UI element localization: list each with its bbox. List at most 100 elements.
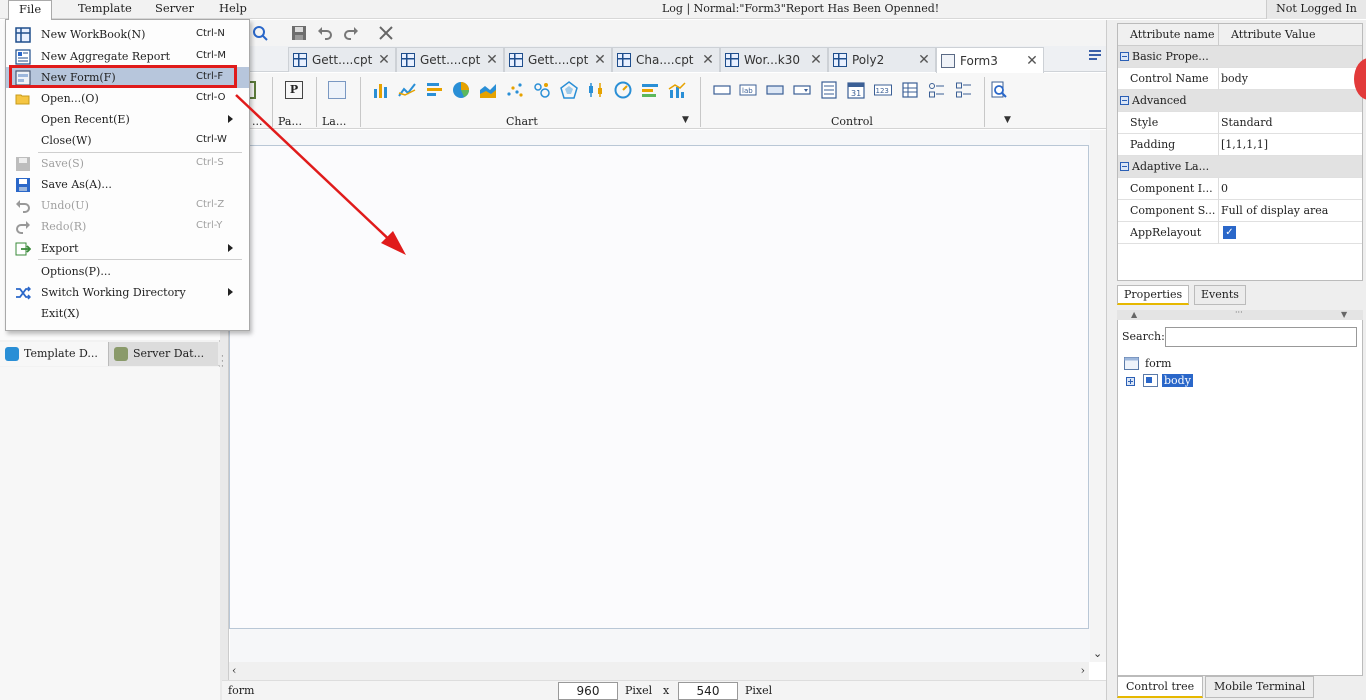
menu-item-redo[interactable]: Redo(R) Ctrl-Y <box>6 216 249 237</box>
area-chart-icon[interactable] <box>479 81 497 99</box>
group-adaptive-layout[interactable]: Adaptive La... <box>1118 156 1362 178</box>
menu-item-new-form[interactable]: New Form(F) Ctrl-F <box>6 67 249 88</box>
text-field-widget-icon[interactable] <box>766 81 784 99</box>
menu-server[interactable]: Server <box>145 0 204 19</box>
control-group-expand-icon[interactable]: ▼ <box>1004 115 1011 125</box>
prop-value[interactable]: Full of display area <box>1218 200 1362 222</box>
close-icon[interactable]: ✕ <box>809 52 823 68</box>
preview-icon[interactable] <box>251 24 269 42</box>
tab-template-1[interactable]: Gett....cpt ✕ <box>288 47 396 72</box>
scroll-left-icon[interactable]: ‹ <box>232 664 236 677</box>
tree-node-form[interactable]: form <box>1124 355 1171 371</box>
tab-mobile-terminal[interactable]: Mobile Terminal <box>1205 676 1315 698</box>
radio-group-widget-icon[interactable] <box>928 81 946 99</box>
panel-resize-bar[interactable]: ▲ ··· ▼ <box>1117 308 1363 320</box>
tab-properties[interactable]: Properties <box>1117 285 1190 305</box>
group-basic-properties[interactable]: Basic Prope... <box>1118 46 1362 68</box>
progress-chart-icon[interactable] <box>641 81 659 99</box>
tab-events[interactable]: Events <box>1194 285 1246 305</box>
redo-icon[interactable] <box>342 24 360 42</box>
prop-control-name[interactable]: Control Name body <box>1118 68 1362 90</box>
save-icon[interactable] <box>290 24 308 42</box>
group-advanced[interactable]: Advanced <box>1118 90 1362 112</box>
menu-item-open[interactable]: Open...(O) Ctrl-O <box>6 88 249 109</box>
form-canvas-body[interactable] <box>229 145 1089 629</box>
prop-component-scaling[interactable]: Component S... Full of display area <box>1118 200 1362 222</box>
close-icon[interactable]: ✕ <box>593 52 607 68</box>
prop-value[interactable]: 0 <box>1218 178 1362 200</box>
tab-template-4[interactable]: Cha....cpt ✕ <box>612 47 720 72</box>
menu-item-export[interactable]: Export <box>6 238 249 259</box>
combo-chart-icon[interactable] <box>668 81 686 99</box>
scroll-down-icon[interactable]: ⌄ <box>1093 647 1102 660</box>
collapse-icon[interactable] <box>1120 52 1129 61</box>
tab-template-7[interactable]: Form3 ✕ <box>936 47 1044 73</box>
menu-item-options[interactable]: Options(P)... <box>6 261 249 282</box>
bubble-chart-icon[interactable] <box>533 81 551 99</box>
tab-template-6[interactable]: Poly2 ✕ <box>828 47 936 72</box>
close-icon[interactable]: ✕ <box>917 52 931 68</box>
close-icon[interactable]: ✕ <box>485 52 499 68</box>
collapse-down-icon[interactable]: ▼ <box>1341 310 1347 319</box>
prop-value[interactable]: ✓ <box>1218 222 1362 244</box>
collapse-icon[interactable] <box>1120 162 1129 171</box>
tab-template-3[interactable]: Gett....cpt ✕ <box>504 47 612 72</box>
list-widget-icon[interactable] <box>820 81 838 99</box>
bar-chart-icon[interactable] <box>372 81 390 99</box>
number-widget-icon[interactable]: 123 <box>874 81 892 99</box>
menu-item-open-recent[interactable]: Open Recent(E) <box>6 109 249 130</box>
menu-file[interactable]: File <box>8 0 53 20</box>
prop-style[interactable]: Style Standard <box>1118 112 1362 134</box>
tab-template-dataset[interactable]: Template D... <box>0 342 108 366</box>
collapse-icon[interactable] <box>1120 96 1129 105</box>
tab-overflow-icon[interactable] <box>1084 49 1106 69</box>
prop-component-interval[interactable]: Component I... 0 <box>1118 178 1362 200</box>
close-template-icon[interactable] <box>377 24 395 42</box>
menu-item-save[interactable]: Save(S) Ctrl-S <box>6 153 249 174</box>
prop-value[interactable]: [1,1,1,1] <box>1218 134 1362 156</box>
pie-chart-icon[interactable] <box>452 81 470 99</box>
close-icon[interactable]: ✕ <box>377 52 391 68</box>
collapse-up-icon[interactable]: ▲ <box>1131 310 1137 319</box>
horizontal-scrollbar[interactable]: ‹ › <box>229 662 1089 680</box>
table-widget-icon[interactable] <box>901 81 919 99</box>
menu-item-save-as[interactable]: Save As(A)... <box>6 174 249 195</box>
menu-help[interactable]: Help <box>209 0 257 19</box>
close-icon[interactable]: ✕ <box>701 52 715 68</box>
control-search-input[interactable] <box>1165 327 1357 347</box>
menu-item-close[interactable]: Close(W) Ctrl-W <box>6 130 249 151</box>
canvas-width-field[interactable]: 960 <box>558 682 618 700</box>
button-widget-icon[interactable] <box>713 81 731 99</box>
menu-item-new-aggregate-report[interactable]: New Aggregate Report Ctrl-M <box>6 46 249 67</box>
menu-item-undo[interactable]: Undo(U) Ctrl-Z <box>6 195 249 216</box>
checkbox-group-widget-icon[interactable] <box>955 81 973 99</box>
line-chart-icon[interactable] <box>398 81 416 99</box>
layout-container-icon[interactable] <box>328 81 346 99</box>
tree-node-body[interactable]: body <box>1143 372 1193 388</box>
search-widget-icon[interactable] <box>990 81 1008 99</box>
parameter-icon[interactable]: P <box>285 81 303 99</box>
prop-value[interactable]: Standard <box>1218 112 1362 134</box>
prop-padding[interactable]: Padding [1,1,1,1] <box>1118 134 1362 156</box>
prop-apprelayout[interactable]: AppRelayout ✓ <box>1118 222 1362 244</box>
label-widget-icon[interactable]: lab <box>739 81 757 99</box>
drag-grip-icon[interactable]: ··· <box>1235 308 1243 317</box>
chart-group-expand-icon[interactable]: ▼ <box>682 115 689 125</box>
stock-chart-icon[interactable] <box>587 81 605 99</box>
menu-template[interactable]: Template <box>68 0 142 19</box>
menu-item-new-workbook[interactable]: New WorkBook(N) Ctrl-N <box>6 24 249 45</box>
tab-template-5[interactable]: Wor...k30 ✕ <box>720 47 828 72</box>
gauge-chart-icon[interactable] <box>614 81 632 99</box>
dropdown-widget-icon[interactable] <box>793 81 811 99</box>
tab-template-2[interactable]: Gett....cpt ✕ <box>396 47 504 72</box>
tab-control-tree[interactable]: Control tree <box>1117 676 1204 698</box>
prop-value[interactable]: body <box>1218 68 1362 90</box>
menu-item-switch-working-directory[interactable]: Switch Working Directory <box>6 282 249 303</box>
horizontal-bar-chart-icon[interactable] <box>425 81 443 99</box>
canvas-height-field[interactable]: 540 <box>678 682 738 700</box>
close-icon[interactable]: ✕ <box>1025 53 1039 69</box>
expand-icon[interactable] <box>1126 377 1135 386</box>
scatter-chart-icon[interactable] <box>506 81 524 99</box>
radar-chart-icon[interactable] <box>560 81 578 99</box>
apprelayout-checkbox[interactable]: ✓ <box>1223 226 1236 239</box>
